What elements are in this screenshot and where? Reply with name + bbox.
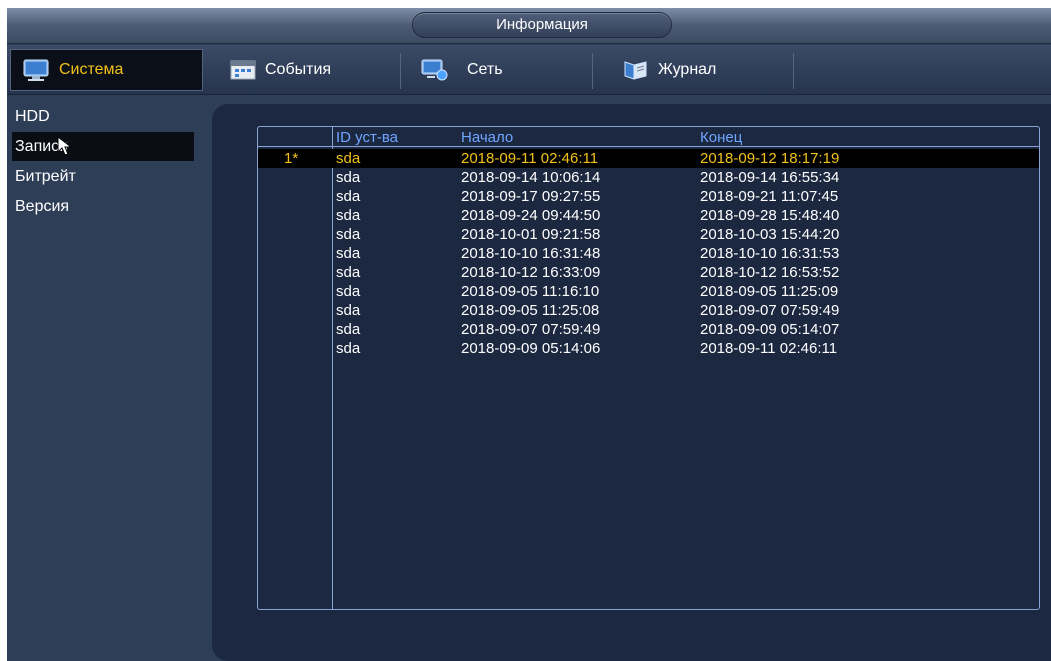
tab-divider	[592, 53, 593, 89]
tab-system[interactable]: Система	[10, 49, 203, 91]
cell-device: sda	[336, 245, 361, 262]
cell-start: 2018-09-14 10:06:14	[461, 169, 601, 186]
records-table[interactable]: ID уст-ва Начало Конец 1* sda 2018-09-11 0…	[257, 126, 1040, 610]
cell-end: 2018-09-09 05:14:07	[700, 321, 840, 338]
tab-label: События	[265, 61, 332, 78]
tab-journal[interactable]: Журнал	[610, 49, 790, 91]
table-row[interactable]: sda 2018-09-07 07:59:49 2018-09-09 05:14:0…	[258, 320, 1039, 339]
table-row[interactable]: sda 2018-09-17 09:27:55 2018-09-21 11:07:4…	[258, 187, 1039, 206]
tab-label: Система	[59, 61, 124, 78]
cell-device: sda	[336, 321, 361, 338]
cell-device: sda	[336, 264, 361, 281]
tab-label: Журнал	[658, 61, 717, 78]
sidebar-item-version[interactable]: Версия	[12, 192, 194, 221]
table-row[interactable]: sda 2018-09-14 10:06:14 2018-09-14 16:55:3…	[258, 168, 1039, 187]
cell-start: 2018-10-10 16:31:48	[461, 245, 601, 262]
sidebar-item-label: HDD	[15, 108, 50, 125]
sidebar-item-bitrate[interactable]: Битрейт	[12, 162, 194, 191]
table-row[interactable]: sda 2018-10-01 09:21:58 2018-10-03 15:44:2…	[258, 225, 1039, 244]
sidebar-item-records[interactable]: Записи	[12, 132, 194, 161]
cell-device: sda	[336, 283, 361, 300]
sidebar: HDD Записи Битрейт Версия	[7, 96, 207, 661]
cell-device: sda	[336, 150, 361, 167]
tab-bar: Система События Сеть Журнал	[7, 45, 1051, 95]
cell-start: 2018-10-12 16:33:09	[461, 264, 601, 281]
cell-start: 2018-09-05 11:25:08	[461, 302, 600, 319]
cell-device: sda	[336, 340, 361, 357]
sidebar-item-label: Версия	[15, 198, 70, 215]
cell-device: sda	[336, 188, 361, 205]
sidebar-item-label: Битрейт	[15, 168, 76, 185]
tab-divider	[400, 53, 401, 89]
table-row[interactable]: sda 2018-10-12 16:33:09 2018-10-12 16:53:5…	[258, 263, 1039, 282]
header-divider	[258, 146, 1039, 147]
cell-end: 2018-10-10 16:31:53	[700, 245, 840, 262]
network-icon	[421, 59, 449, 81]
cell-start: 2018-09-07 07:59:49	[461, 321, 601, 338]
table-row[interactable]: sda 2018-09-09 05:14:06 2018-09-11 02:46:1…	[258, 339, 1039, 358]
cell-start: 2018-09-24 09:44:50	[461, 207, 601, 224]
cell-start: 2018-09-17 09:27:55	[461, 188, 601, 205]
column-header-end[interactable]: Конец	[700, 129, 742, 146]
cell-device: sda	[336, 302, 361, 319]
cell-end: 2018-09-05 11:25:09	[700, 283, 839, 300]
cell-end: 2018-10-03 15:44:20	[700, 226, 840, 243]
table-row[interactable]: 1* sda 2018-09-11 02:46:11 2018-09-12 18:17…	[258, 149, 1039, 168]
tab-divider	[793, 53, 794, 89]
cell-end: 2018-09-12 18:17:19	[700, 150, 840, 167]
column-header-start[interactable]: Начало	[461, 129, 513, 146]
column-header-device[interactable]: ID уст-ва	[336, 129, 398, 146]
table-row[interactable]: sda 2018-09-24 09:44:50 2018-09-28 15:48:4…	[258, 206, 1039, 225]
cell-start: 2018-09-09 05:14:06	[461, 340, 601, 357]
table-row[interactable]: sda 2018-09-05 11:25:08 2018-09-07 07:59:4…	[258, 301, 1039, 320]
table-row[interactable]: sda 2018-10-10 16:31:48 2018-10-10 16:31:5…	[258, 244, 1039, 263]
cell-start: 2018-09-11 02:46:11	[461, 150, 599, 167]
journal-icon	[622, 59, 650, 81]
monitor-icon	[23, 59, 51, 81]
title-bar: Информация	[7, 8, 1051, 44]
cell-end: 2018-09-11 02:46:11	[700, 340, 838, 357]
cell-start: 2018-09-05 11:16:10	[461, 283, 600, 300]
cell-device: sda	[336, 207, 361, 224]
tab-events[interactable]: События	[217, 49, 387, 91]
cell-end: 2018-10-12 16:53:52	[700, 264, 840, 281]
tab-network[interactable]: Сеть	[409, 49, 589, 91]
cell-end: 2018-09-07 07:59:49	[700, 302, 840, 319]
window-title: Информация	[412, 12, 672, 38]
info-window: Информация Система События Сеть Журнал H…	[7, 8, 1051, 661]
cell-device: sda	[336, 169, 361, 186]
cell-index: 1*	[284, 150, 299, 167]
cell-end: 2018-09-21 11:07:45	[700, 188, 839, 205]
table-row[interactable]: sda 2018-09-05 11:16:10 2018-09-05 11:25:0…	[258, 282, 1039, 301]
cell-end: 2018-09-14 16:55:34	[700, 169, 840, 186]
events-icon	[229, 59, 257, 81]
cell-end: 2018-09-28 15:48:40	[700, 207, 840, 224]
sidebar-item-hdd[interactable]: HDD	[12, 102, 194, 131]
cell-start: 2018-10-01 09:21:58	[461, 226, 601, 243]
tab-label: Сеть	[467, 61, 503, 78]
cell-device: sda	[336, 226, 361, 243]
